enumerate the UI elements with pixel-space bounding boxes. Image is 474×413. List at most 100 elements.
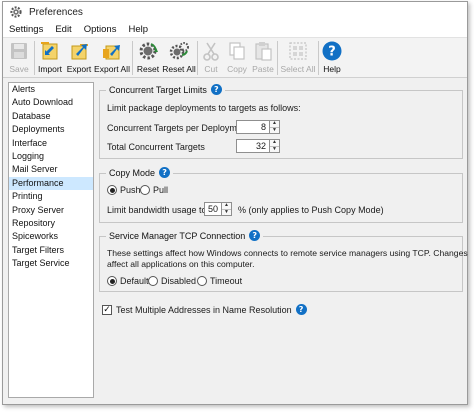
performance-panel: Concurrent Target Limits ? Limit package… bbox=[97, 82, 468, 398]
svg-text:?: ? bbox=[328, 45, 336, 60]
sidebar-item-target-filters[interactable]: Target Filters bbox=[9, 244, 93, 257]
import-button[interactable]: Import bbox=[36, 39, 64, 77]
sidebar-item-proxy-server[interactable]: Proxy Server bbox=[9, 204, 93, 217]
tcp-help-icon[interactable]: ? bbox=[249, 230, 261, 241]
pull-label: Pull bbox=[153, 185, 169, 195]
sidebar-item-printing[interactable]: Printing bbox=[9, 190, 93, 203]
sidebar-item-mail-server[interactable]: Mail Server bbox=[9, 163, 93, 176]
export-all-icon bbox=[103, 45, 120, 60]
copy-button[interactable]: Copy bbox=[224, 39, 250, 77]
total-targets-value[interactable]: 32 bbox=[236, 139, 270, 153]
window-title: Preferences bbox=[29, 6, 83, 18]
cut-button[interactable]: Cut bbox=[199, 39, 223, 77]
help-button[interactable]: ? Help bbox=[320, 39, 344, 77]
import-label: Import bbox=[37, 64, 63, 74]
toolbar-separator bbox=[318, 41, 319, 75]
export-all-button[interactable]: Export All bbox=[93, 39, 131, 77]
test-multiple-checkbox[interactable]: ✓ Test Multiple Addresses in Name Resolu… bbox=[102, 304, 307, 315]
menu-help[interactable]: Help bbox=[122, 24, 154, 35]
total-targets-stepper[interactable]: 32 ▲ ▼ bbox=[236, 139, 280, 153]
disabled-radio[interactable]: Disabled bbox=[148, 276, 196, 286]
reset-label: Reset bbox=[136, 64, 160, 74]
help-label: Help bbox=[323, 64, 341, 74]
sidebar-item-logging[interactable]: Logging bbox=[9, 150, 93, 163]
select-all-button[interactable]: Select All bbox=[279, 39, 317, 77]
spin-down-icon[interactable]: ▼ bbox=[270, 145, 279, 153]
concurrent-limits-title: Concurrent Target Limits bbox=[109, 84, 207, 95]
checkmark-icon: ✓ bbox=[102, 304, 112, 315]
test-multiple-label: Test Multiple Addresses in Name Resoluti… bbox=[116, 304, 292, 315]
sidebar-item-alerts[interactable]: Alerts bbox=[9, 83, 93, 96]
help-icon: ? bbox=[322, 41, 342, 61]
sidebar-item-interface[interactable]: Interface bbox=[9, 137, 93, 150]
push-radio[interactable]: Push bbox=[107, 185, 141, 195]
copy-label: Copy bbox=[227, 64, 247, 74]
paste-button[interactable]: Paste bbox=[250, 39, 276, 77]
menu-options[interactable]: Options bbox=[78, 24, 123, 35]
radio-selected-icon bbox=[107, 185, 117, 195]
sidebar-item-deployments[interactable]: Deployments bbox=[9, 123, 93, 136]
reset-button[interactable]: Reset bbox=[134, 39, 162, 77]
export-button[interactable]: Export bbox=[65, 39, 93, 77]
spin-down-icon[interactable]: ▼ bbox=[270, 126, 279, 134]
toolbar-separator bbox=[197, 41, 198, 75]
cut-label: Cut bbox=[204, 64, 218, 74]
default-radio[interactable]: Default bbox=[107, 276, 149, 286]
menu-bar: Settings Edit Options Help bbox=[3, 22, 467, 38]
save-label: Save bbox=[9, 64, 29, 74]
reset-all-button[interactable]: Reset All bbox=[162, 39, 196, 77]
save-icon bbox=[11, 43, 27, 59]
per-deployment-label: Concurrent Targets per Deployment bbox=[107, 123, 250, 133]
reset-gear-icon bbox=[139, 42, 158, 60]
export-all-label: Export All bbox=[94, 64, 130, 74]
menu-edit[interactable]: Edit bbox=[49, 24, 77, 35]
radio-icon bbox=[197, 276, 207, 286]
concurrent-description: Limit package deployments to targets as … bbox=[107, 103, 301, 113]
test-multiple-help-icon[interactable]: ? bbox=[295, 304, 307, 315]
radio-selected-icon bbox=[107, 276, 117, 286]
copy-mode-help-icon[interactable]: ? bbox=[159, 167, 171, 178]
tcp-description-line1: These settings affect how Windows connec… bbox=[107, 248, 468, 258]
copy-icon bbox=[229, 42, 245, 60]
disabled-label: Disabled bbox=[161, 276, 197, 286]
pull-radio[interactable]: Pull bbox=[140, 185, 168, 195]
copy-mode-group: Copy Mode ? Push Pull Limit bandwidth us… bbox=[99, 167, 463, 223]
tcp-description-line2: affect all applications on this computer… bbox=[107, 259, 255, 269]
spin-down-icon[interactable]: ▼ bbox=[222, 208, 231, 216]
select-all-icon bbox=[289, 42, 307, 60]
sidebar-item-database[interactable]: Database bbox=[9, 110, 93, 123]
reset-all-label: Reset All bbox=[162, 64, 196, 74]
export-label: Export bbox=[66, 64, 92, 74]
sidebar-item-auto-download[interactable]: Auto Download bbox=[9, 96, 93, 109]
bandwidth-label: Limit bandwidth usage to: bbox=[107, 205, 210, 215]
per-deployment-value[interactable]: 8 bbox=[236, 120, 270, 134]
bandwidth-stepper[interactable]: 50 ▲ ▼ bbox=[204, 202, 232, 216]
menu-settings[interactable]: Settings bbox=[3, 24, 49, 35]
radio-icon bbox=[148, 276, 158, 286]
default-label: Default bbox=[120, 276, 149, 286]
toolbar-separator bbox=[132, 41, 133, 75]
gear-icon bbox=[10, 6, 22, 18]
paste-icon bbox=[255, 42, 272, 61]
timeout-label: Timeout bbox=[210, 276, 243, 286]
sidebar-item-repository[interactable]: Repository bbox=[9, 217, 93, 230]
per-deployment-stepper[interactable]: 8 ▲ ▼ bbox=[236, 120, 280, 134]
paste-label: Paste bbox=[252, 64, 274, 74]
save-button[interactable]: Save bbox=[5, 39, 33, 77]
export-icon bbox=[71, 44, 88, 60]
sidebar-item-spiceworks[interactable]: Spiceworks bbox=[9, 230, 93, 243]
radio-icon bbox=[140, 185, 150, 195]
timeout-radio[interactable]: Timeout bbox=[197, 276, 242, 286]
sidebar-item-target-service[interactable]: Target Service bbox=[9, 257, 93, 270]
copy-mode-title: Copy Mode bbox=[109, 167, 156, 178]
bandwidth-value[interactable]: 50 bbox=[204, 202, 222, 216]
import-icon bbox=[41, 42, 58, 60]
toolbar-separator bbox=[34, 41, 35, 75]
concurrent-help-icon[interactable]: ? bbox=[210, 84, 222, 95]
toolbar: Save Import Export Export All Reset Rese… bbox=[3, 38, 467, 78]
sidebar-item-performance[interactable]: Performance bbox=[9, 176, 93, 191]
tcp-connection-group: Service Manager TCP Connection ? These s… bbox=[99, 230, 468, 292]
preferences-window: Preferences Settings Edit Options Help S… bbox=[2, 1, 468, 405]
title-bar: Preferences bbox=[3, 2, 467, 22]
select-all-label: Select All bbox=[280, 64, 316, 74]
